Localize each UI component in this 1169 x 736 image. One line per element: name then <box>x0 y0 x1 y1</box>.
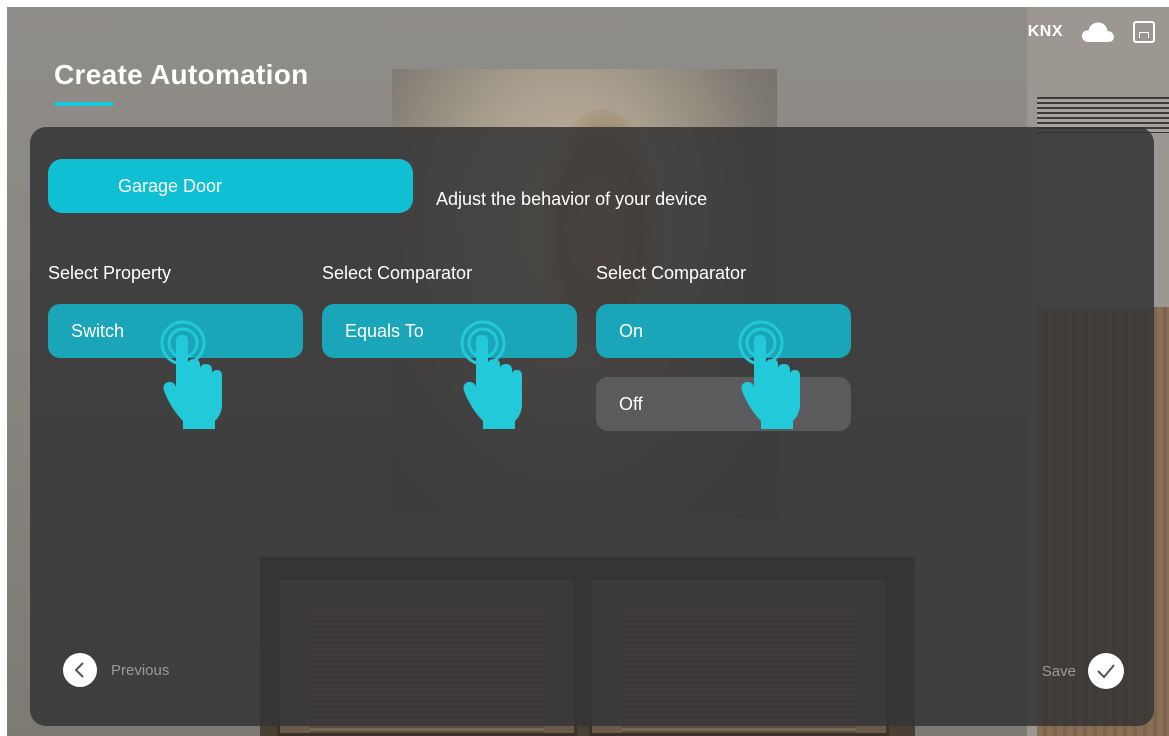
device-button[interactable]: Garage Door <box>48 159 413 213</box>
previous-label: Previous <box>111 661 170 679</box>
option-label: On <box>619 320 644 341</box>
select-property-label: Select Property <box>48 263 172 283</box>
app-screen: KNX Create Automation Garage Door Adjust… <box>7 7 1169 736</box>
comparator-option-equals-to[interactable]: Equals To <box>322 304 577 358</box>
option-label: Equals To <box>345 320 424 341</box>
option-label: Switch <box>71 320 125 341</box>
device-description: Adjust the behavior of your device <box>436 189 708 209</box>
select-comparator-label: Select Comparator <box>322 263 473 283</box>
value-option-on[interactable]: On <box>596 304 851 358</box>
save-label: Save <box>1041 662 1076 680</box>
save-button[interactable]: Save <box>1042 653 1124 689</box>
option-label: Off <box>619 393 643 414</box>
status-bar: KNX <box>1028 21 1155 43</box>
title-underline <box>54 102 114 106</box>
select-value-label: Select Comparator <box>596 263 747 283</box>
home-icon[interactable] <box>1133 21 1155 43</box>
page-title: Create Automation <box>54 59 309 90</box>
cloud-icon[interactable] <box>1081 21 1115 43</box>
device-name: Garage Door <box>118 175 223 196</box>
value-option-off[interactable]: Off <box>596 377 851 431</box>
knx-label: KNX <box>1027 23 1063 40</box>
automation-panel: Garage Door Adjust the behavior of your … <box>30 127 1154 726</box>
property-option-switch[interactable]: Switch <box>48 304 303 358</box>
check-icon <box>1088 653 1124 689</box>
previous-button[interactable]: Previous <box>63 653 169 687</box>
chevron-left-icon <box>63 653 97 687</box>
